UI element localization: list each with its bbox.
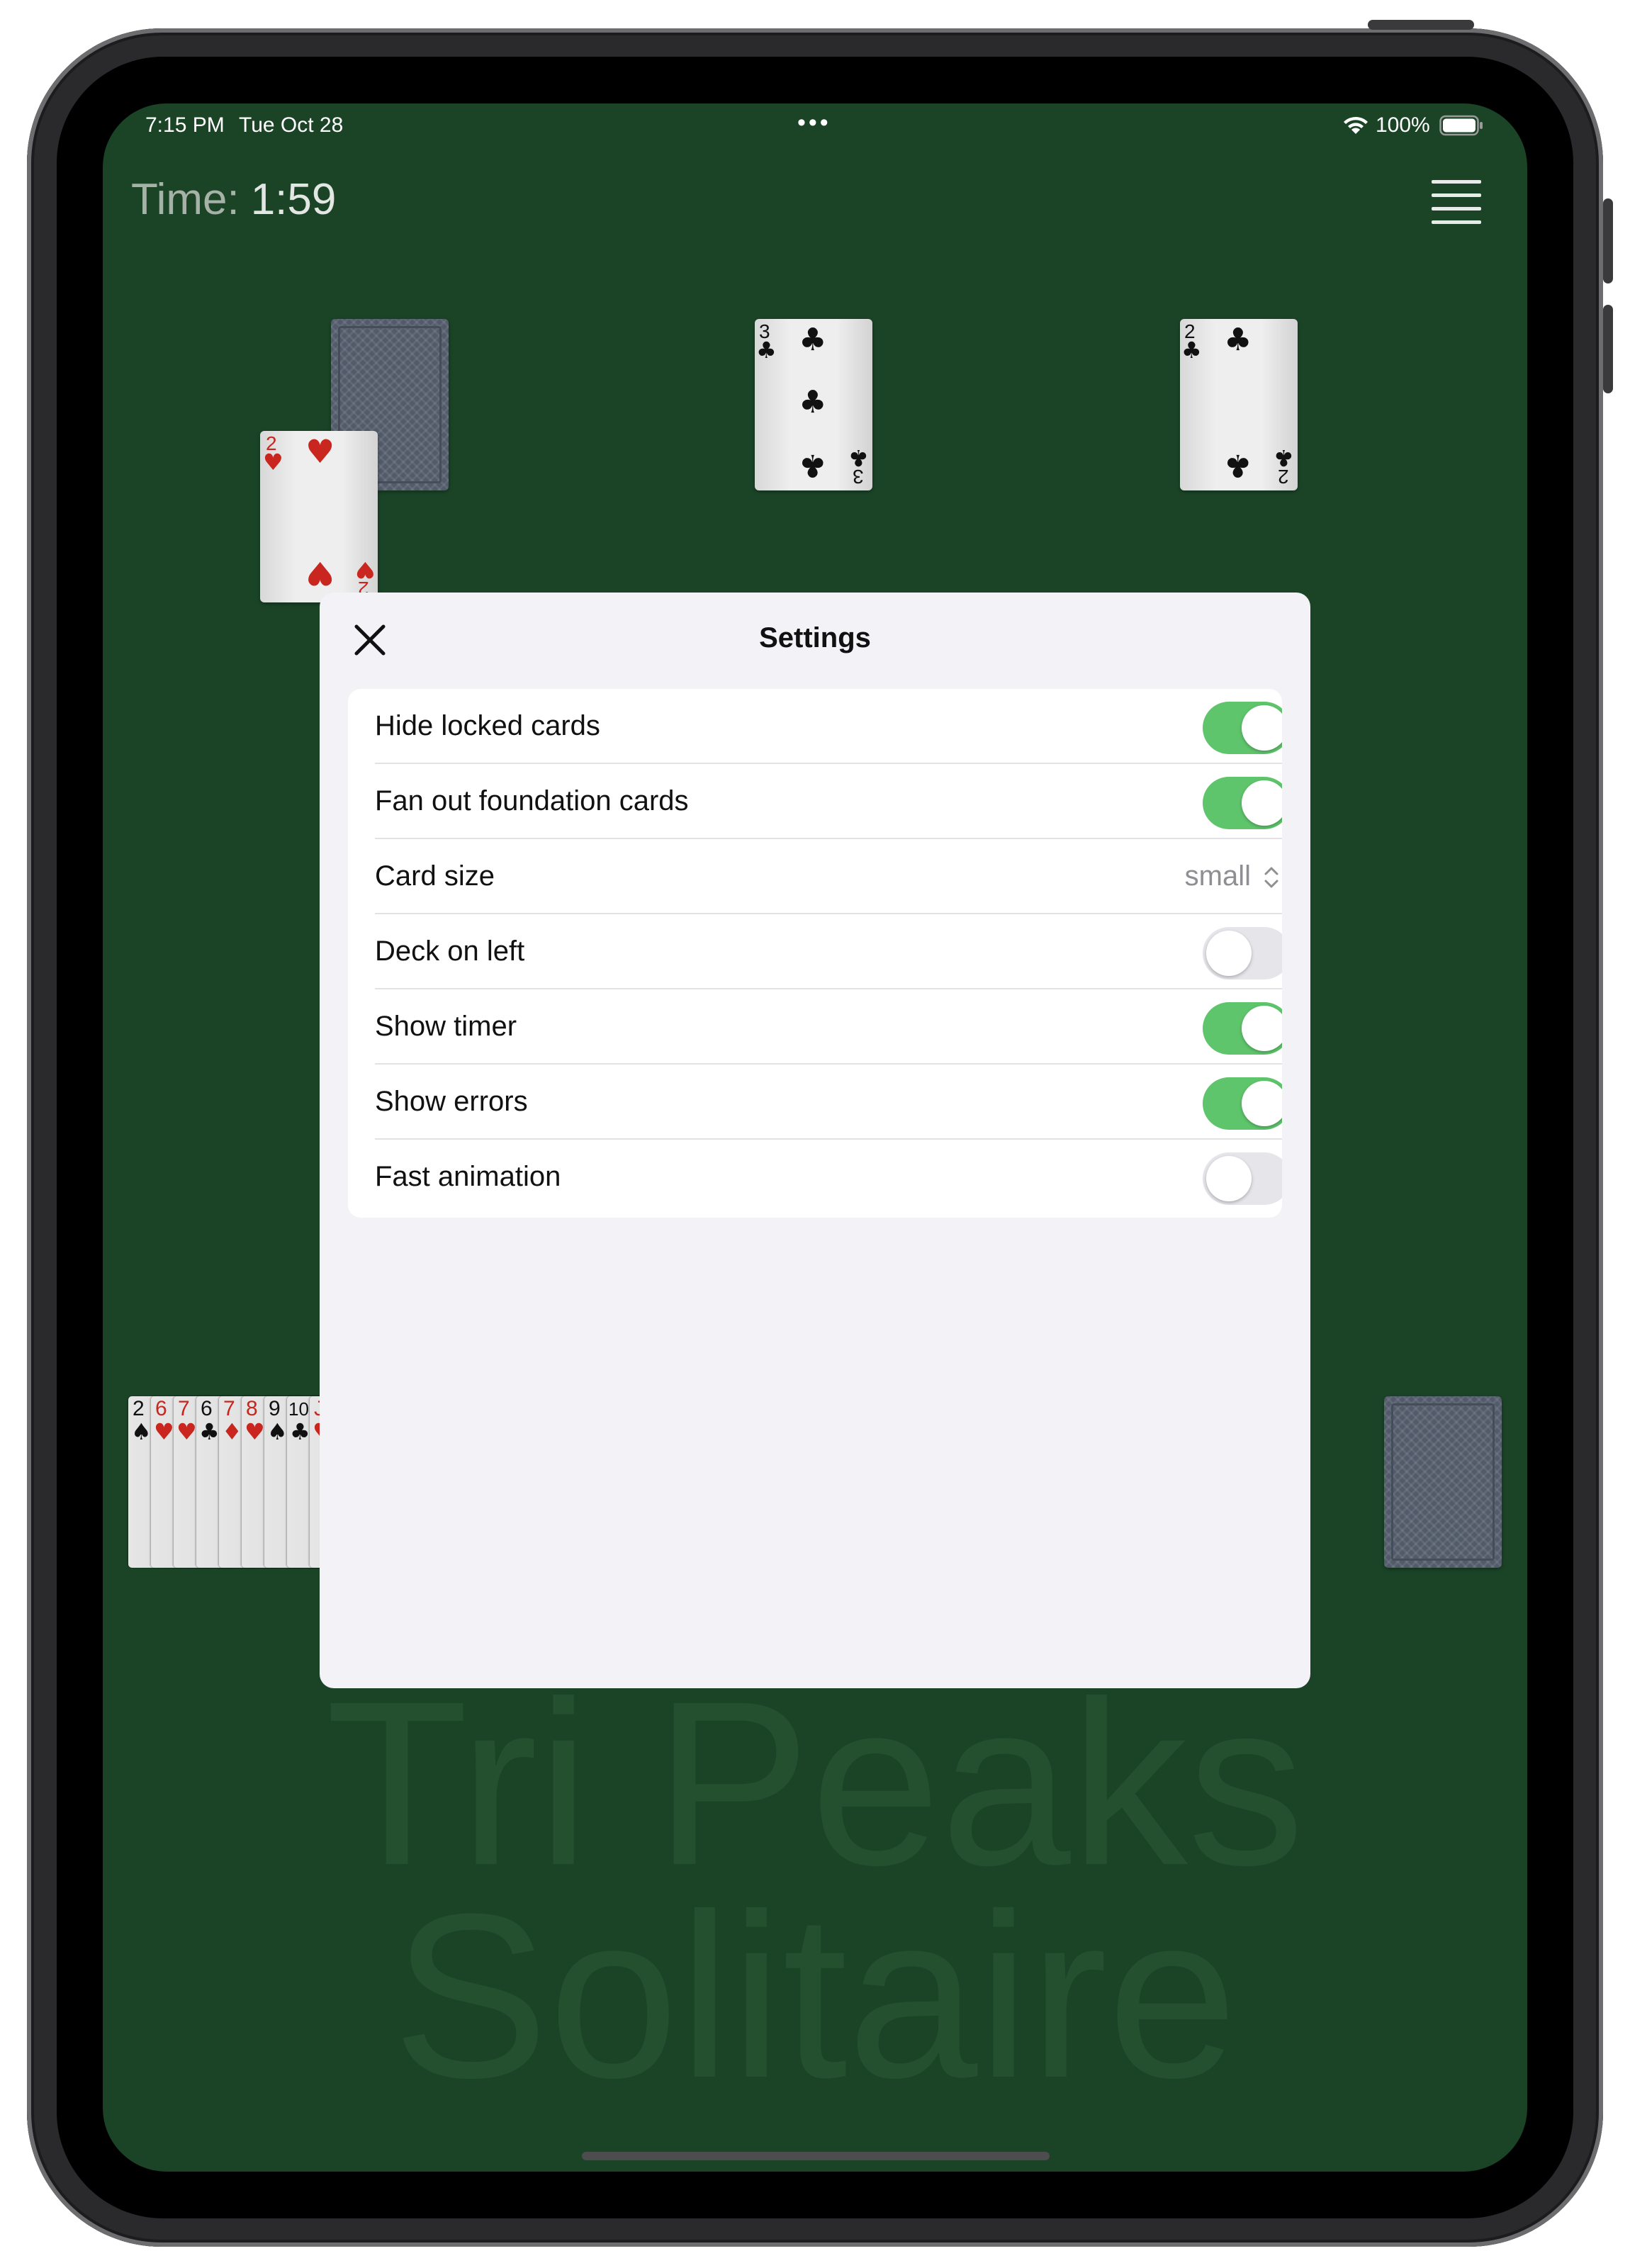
stock-pile[interactable] (1384, 1396, 1502, 1568)
peak-card[interactable]: 3 ♣ ♣ ♣ ♣ ♣ 3 (755, 319, 872, 490)
setting-row-hide-locked-cards[interactable]: Hide locked cards (375, 689, 1282, 764)
hide-locked-cards-toggle[interactable] (1203, 702, 1282, 754)
status-bar: 7:15 PM Tue Oct 28 ••• 100% (103, 103, 1527, 146)
status-time: 7:15 PM (145, 113, 225, 137)
card-size-value[interactable]: small (1185, 860, 1251, 892)
card-rank: 10 (288, 1398, 309, 1420)
card-suit: ♣ (290, 1418, 310, 1445)
top-button (1368, 20, 1474, 30)
card-suit: ♣ (1224, 322, 1252, 358)
card-rank: 6 (155, 1397, 167, 1420)
game-timer: Time: 1:59 (131, 174, 336, 225)
setting-row-show-timer[interactable]: Show timer (375, 989, 1282, 1065)
show-timer-toggle[interactable] (1203, 1002, 1282, 1055)
setting-row-fan-out-foundation[interactable]: Fan out foundation cards (375, 764, 1282, 839)
setting-label: Fast animation (375, 1161, 561, 1192)
home-indicator[interactable] (582, 2152, 1050, 2160)
card-rank: 6 (201, 1397, 213, 1420)
card-rank: 7 (223, 1397, 235, 1420)
menu-icon[interactable] (1432, 180, 1481, 224)
card-rank: 3 (853, 466, 864, 488)
card-rank: 2 (1278, 466, 1289, 488)
peak-card[interactable]: 2 ♣ ♣ ♣ ♣ 2 (1180, 319, 1298, 490)
card-suit: ♠ (131, 1418, 152, 1445)
card-suit: ♥ (305, 554, 335, 593)
game-screen: 7:15 PM Tue Oct 28 ••• 100% Time: 1:59 2 … (103, 103, 1527, 2172)
timer-label: Time: (131, 175, 240, 224)
status-date: Tue Oct 28 (239, 113, 344, 137)
settings-modal: Settings Hide locked cards Fan out found… (320, 593, 1310, 1688)
card-suit: ♣ (799, 447, 827, 483)
setting-row-show-errors[interactable]: Show errors (375, 1065, 1282, 1140)
card-suit: ♥ (154, 1418, 174, 1445)
card-rank: 9 (269, 1397, 281, 1420)
setting-label: Fan out foundation cards (375, 785, 689, 816)
card-suit: ♥ (244, 1418, 265, 1445)
card-rank: 8 (246, 1397, 258, 1420)
show-errors-toggle[interactable] (1203, 1077, 1282, 1130)
setting-label: Deck on left (375, 936, 525, 967)
peak-card[interactable]: 2 ♥ ♥ ♥ ♥ 2 (260, 431, 378, 602)
setting-label: Show errors (375, 1086, 528, 1117)
card-suit: ♠ (267, 1418, 288, 1445)
card-suit: ♣ (799, 322, 827, 358)
card-suit: ♣ (1181, 337, 1202, 364)
settings-list: Hide locked cards Fan out foundation car… (348, 689, 1282, 1218)
card-suit: ♣ (756, 337, 777, 364)
setting-label: Hide locked cards (375, 710, 600, 741)
setting-label: Card size (375, 860, 495, 892)
card-suit: ♣ (799, 384, 827, 420)
card-suit: ♥ (176, 1418, 197, 1445)
card-suit: ♣ (199, 1418, 220, 1445)
fan-out-foundation-toggle[interactable] (1203, 777, 1282, 829)
setting-row-card-size[interactable]: Card size small (375, 839, 1282, 914)
volume-down-button (1603, 305, 1613, 393)
card-suit: ♥ (263, 449, 283, 476)
card-suit: ♦ (222, 1418, 242, 1445)
card-rank: 2 (133, 1397, 145, 1420)
chevron-updown-icon[interactable] (1261, 863, 1282, 892)
deck-on-left-toggle[interactable] (1203, 927, 1282, 979)
timer-value: 1:59 (250, 175, 337, 224)
battery-icon (1439, 115, 1483, 136)
setting-label: Show timer (375, 1011, 517, 1042)
card-suit: ♥ (305, 432, 335, 471)
card-suit: ♣ (1224, 447, 1252, 483)
multitasking-dots[interactable]: ••• (797, 109, 831, 137)
modal-title: Settings (759, 622, 871, 653)
setting-row-deck-on-left[interactable]: Deck on left (375, 914, 1282, 989)
fast-animation-toggle[interactable] (1203, 1152, 1282, 1205)
wifi-icon (1344, 116, 1368, 134)
setting-row-fast-animation[interactable]: Fast animation (375, 1140, 1282, 1215)
volume-up-button (1603, 198, 1613, 284)
title-watermark: Solitaire (392, 1865, 1238, 2126)
battery-percentage: 100% (1376, 113, 1430, 137)
card-rank: 7 (178, 1397, 190, 1420)
